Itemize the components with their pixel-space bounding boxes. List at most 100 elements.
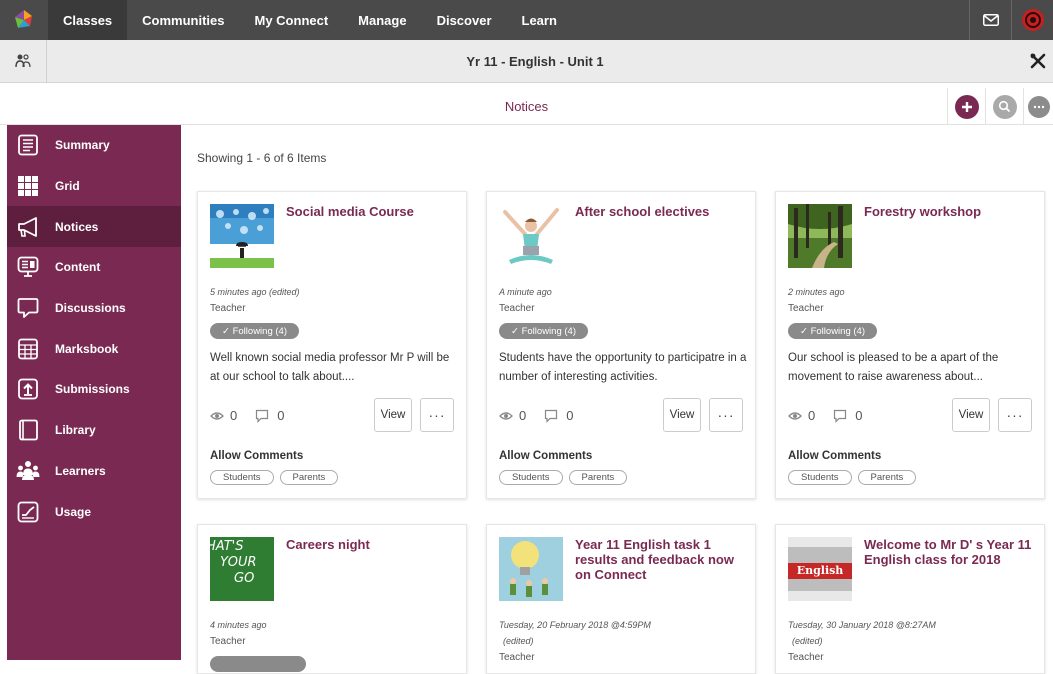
view-button[interactable]: View	[663, 398, 701, 432]
notice-description: Well known social media professor Mr P w…	[210, 352, 450, 383]
nav-manage[interactable]: Manage	[343, 0, 421, 40]
items-count: Showing 1 - 6 of 6 Items	[197, 151, 327, 165]
nav-classes[interactable]: Classes	[48, 0, 128, 40]
eye-icon	[210, 411, 224, 420]
sidebar-item-learners[interactable]: Learners	[7, 451, 181, 492]
notice-stats: 0 0	[210, 408, 284, 423]
add-notice-button[interactable]	[947, 88, 985, 125]
following-badge[interactable]	[210, 656, 306, 672]
notice-time: Tuesday, 30 January 2018 @8:27AM	[788, 620, 936, 630]
view-button[interactable]: View	[374, 398, 412, 432]
sidebar-item-usage[interactable]: Usage	[7, 491, 181, 532]
thumb-caption: English	[788, 563, 852, 579]
tag-students: Students	[210, 470, 274, 485]
notice-card[interactable]: After school electives A minute ago Teac…	[486, 191, 756, 499]
notice-stats: 0 0	[788, 408, 862, 423]
notice-edited: (edited)	[792, 636, 823, 646]
more-actions-button[interactable]: ···	[420, 398, 454, 432]
comment-icon	[545, 409, 558, 423]
comments-count: 0	[277, 408, 285, 423]
sidebar-item-marksbook[interactable]: Marksbook	[7, 328, 181, 369]
sidebar-item-discussions[interactable]: Discussions	[7, 288, 181, 329]
user-avatar-button[interactable]	[1011, 0, 1053, 40]
sidebar-item-content[interactable]: Content	[7, 247, 181, 288]
class-title-bar: Yr 11 - English - Unit 1	[0, 39, 1053, 83]
mail-button[interactable]	[969, 0, 1011, 40]
sidebar-item-label: Discussions	[55, 301, 126, 316]
notice-description: Students have the opportunity to partici…	[499, 352, 747, 383]
allow-comments-label: Allow Comments	[210, 450, 304, 462]
notice-thumbnail: HAT'S YOUR GO	[210, 537, 274, 601]
notice-author-role: Teacher	[499, 652, 535, 663]
notice-card[interactable]: Forestry workshop 2 minutes ago Teacher …	[775, 191, 1045, 499]
allow-comments-label: Allow Comments	[788, 450, 882, 462]
notice-edited: (edited)	[503, 636, 534, 646]
notice-author-role: Teacher	[210, 303, 246, 314]
nav-learn[interactable]: Learn	[507, 0, 572, 40]
library-icon	[15, 417, 41, 443]
class-tools-button[interactable]	[1023, 40, 1053, 83]
comments-count: 0	[566, 408, 574, 423]
notice-title[interactable]: Forestry workshop	[864, 204, 1034, 219]
plus-icon	[954, 94, 979, 119]
more-actions-button[interactable]: ···	[709, 398, 743, 432]
notice-description: Our school is pleased to be a apart of t…	[788, 352, 999, 383]
eye-icon	[788, 411, 802, 420]
class-title: Yr 11 - English - Unit 1	[466, 53, 604, 69]
search-icon	[992, 94, 1017, 119]
sidebar-item-summary[interactable]: Summary	[7, 125, 181, 166]
sidebar-item-notices[interactable]: Notices	[7, 206, 181, 248]
nav-communities[interactable]: Communities	[127, 0, 239, 40]
notice-time: Tuesday, 20 February 2018 @4:59PM	[499, 620, 651, 630]
notice-time: 5 minutes ago (edited)	[210, 287, 300, 297]
sidebar-item-label: Submissions	[55, 382, 130, 397]
notice-thumbnail	[210, 204, 274, 268]
allow-comments-label: Allow Comments	[499, 450, 593, 462]
tag-parents: Parents	[279, 470, 339, 485]
notice-title[interactable]: Social media Course	[286, 204, 456, 219]
notice-thumbnail	[499, 537, 563, 601]
section-bar: Notices	[0, 88, 1053, 125]
notice-card[interactable]: English Welcome to Mr D' s Year 11 Engli…	[775, 524, 1045, 674]
views-count: 0	[808, 408, 816, 423]
sidebar-item-grid[interactable]: Grid	[7, 166, 181, 207]
sidebar-item-submissions[interactable]: Submissions	[7, 369, 181, 410]
notice-title[interactable]: Year 11 English task 1 results and feedb…	[575, 537, 745, 582]
ellipsis-icon	[1027, 95, 1050, 118]
notice-author-role: Teacher	[788, 303, 824, 314]
notice-title[interactable]: Careers night	[286, 537, 456, 552]
notice-card[interactable]: Social media Course 5 minutes ago (edite…	[197, 191, 467, 499]
connect-logo-icon	[15, 10, 32, 28]
views-count: 0	[230, 408, 238, 423]
more-actions-button[interactable]: ···	[998, 398, 1032, 432]
notice-title[interactable]: After school electives	[575, 204, 745, 219]
section-title: Notices	[504, 98, 549, 114]
top-nav: Classes Communities My Connect Manage Di…	[0, 0, 1053, 40]
view-button[interactable]: View	[952, 398, 990, 432]
nav-my-connect[interactable]: My Connect	[240, 0, 344, 40]
notice-card[interactable]: HAT'S YOUR GO Careers night 4 minutes ag…	[197, 524, 467, 674]
notice-thumbnail	[499, 204, 563, 268]
tools-icon	[1030, 53, 1046, 69]
more-options-button[interactable]	[1023, 88, 1053, 125]
audience-tags: Students Parents	[499, 470, 628, 485]
notice-card[interactable]: Year 11 English task 1 results and feedb…	[486, 524, 756, 674]
notice-thumbnail	[788, 204, 852, 268]
audience-tags: Students Parents	[210, 470, 339, 485]
connect-logo[interactable]	[0, 0, 48, 40]
avatar	[1021, 9, 1044, 31]
people-icon	[15, 54, 31, 68]
notice-author-role: Teacher	[499, 303, 535, 314]
search-notices-button[interactable]	[985, 88, 1023, 125]
sidebar-item-label: Notices	[55, 219, 99, 234]
comment-icon	[834, 409, 847, 423]
following-badge[interactable]: ✓ Following (4)	[788, 323, 877, 339]
following-badge[interactable]: ✓ Following (4)	[210, 323, 299, 339]
following-badge[interactable]: ✓ Following (4)	[499, 323, 588, 339]
notice-stats: 0 0	[499, 408, 573, 423]
class-members-button[interactable]	[0, 39, 47, 83]
notice-title[interactable]: Welcome to Mr D' s Year 11 English class…	[864, 537, 1034, 567]
sidebar-item-library[interactable]: Library	[7, 410, 181, 451]
tag-parents: Parents	[568, 470, 628, 485]
nav-discover[interactable]: Discover	[422, 0, 507, 40]
